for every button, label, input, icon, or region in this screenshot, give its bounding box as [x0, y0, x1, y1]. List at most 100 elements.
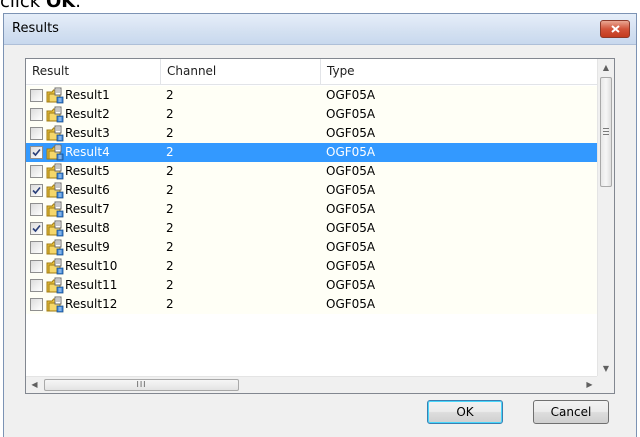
scroll-left-icon[interactable]: ◀ — [26, 377, 43, 393]
result-channel: 2 — [166, 183, 174, 197]
list-item[interactable]: Result6 2 OGF05A — [26, 181, 598, 200]
result-folder-icon — [46, 239, 64, 256]
scroll-down-icon[interactable]: ▼ — [598, 360, 614, 377]
window-title: Results — [12, 21, 59, 36]
ok-button[interactable]: OK — [427, 400, 503, 424]
list-item[interactable]: Result7 2 OGF05A — [26, 200, 598, 219]
result-folder-icon — [46, 163, 64, 180]
row-checkbox[interactable] — [30, 127, 43, 140]
checkmark-icon — [32, 148, 41, 157]
results-list[interactable]: Result Channel Type Result1 2 OGF05A Result… — [25, 58, 615, 394]
result-type: OGF05A — [326, 164, 376, 178]
row-checkbox[interactable] — [30, 241, 43, 254]
row-checkbox[interactable] — [30, 260, 43, 273]
result-name: Result11 — [65, 278, 118, 292]
result-folder-icon — [46, 144, 64, 161]
row-checkbox[interactable] — [30, 279, 43, 292]
title-bar[interactable]: Results — [4, 14, 636, 45]
list-header: Result Channel Type — [26, 59, 598, 85]
result-name: Result12 — [65, 297, 118, 311]
result-channel: 2 — [166, 126, 174, 140]
result-channel: 2 — [166, 107, 174, 121]
row-checkbox[interactable] — [30, 203, 43, 216]
result-type: OGF05A — [326, 278, 376, 292]
scroll-up-icon[interactable]: ▲ — [598, 59, 614, 76]
checkmark-icon — [32, 186, 41, 195]
result-folder-icon — [46, 106, 64, 123]
result-type: OGF05A — [326, 240, 376, 254]
result-channel: 2 — [166, 164, 174, 178]
row-checkbox[interactable] — [30, 298, 43, 311]
list-item[interactable]: Result10 2 OGF05A — [26, 257, 598, 276]
result-name: Result6 — [65, 183, 110, 197]
result-channel: 2 — [166, 278, 174, 292]
vertical-scroll-thumb[interactable] — [600, 77, 612, 187]
instruction-bold: OK — [45, 0, 76, 12]
result-channel: 2 — [166, 145, 174, 159]
result-folder-icon — [46, 201, 64, 218]
column-header-result[interactable]: Result — [26, 59, 161, 84]
vertical-scrollbar[interactable]: ▲ ▼ — [597, 59, 614, 377]
result-type: OGF05A — [326, 259, 376, 273]
result-folder-icon — [46, 87, 64, 104]
result-channel: 2 — [166, 221, 174, 235]
result-folder-icon — [46, 125, 64, 142]
close-button[interactable] — [600, 20, 630, 38]
list-item[interactable]: Result5 2 OGF05A — [26, 162, 598, 181]
results-dialog: Results Result Channel Type Result1 2 OGF0… — [3, 13, 637, 437]
result-name: Result9 — [65, 240, 110, 254]
instruction-suffix: . — [75, 0, 81, 12]
result-name: Result1 — [65, 88, 110, 102]
list-item[interactable]: Result1 2 OGF05A — [26, 86, 598, 105]
result-channel: 2 — [166, 259, 174, 273]
result-name: Result2 — [65, 107, 110, 121]
row-checkbox[interactable] — [30, 165, 43, 178]
row-checkbox[interactable] — [30, 222, 43, 235]
grip-icon — [603, 128, 609, 137]
row-checkbox[interactable] — [30, 146, 43, 159]
result-type: OGF05A — [326, 221, 376, 235]
result-name: Result3 — [65, 126, 110, 140]
result-channel: 2 — [166, 88, 174, 102]
result-name: Result5 — [65, 164, 110, 178]
result-channel: 2 — [166, 240, 174, 254]
cancel-button[interactable]: Cancel — [533, 400, 609, 424]
result-type: OGF05A — [326, 297, 376, 311]
result-type: OGF05A — [326, 202, 376, 216]
instruction-text: click OK. — [0, 0, 640, 13]
result-name: Result7 — [65, 202, 110, 216]
result-folder-icon — [46, 220, 64, 237]
column-header-type[interactable]: Type — [321, 59, 598, 84]
horizontal-scroll-thumb[interactable]: III — [44, 379, 239, 391]
list-item[interactable]: Result3 2 OGF05A — [26, 124, 598, 143]
result-name: Result4 — [65, 145, 110, 159]
row-checkbox[interactable] — [30, 89, 43, 102]
list-item[interactable]: Result2 2 OGF05A — [26, 105, 598, 124]
result-folder-icon — [46, 296, 64, 313]
column-header-channel[interactable]: Channel — [161, 59, 321, 84]
result-folder-icon — [46, 277, 64, 294]
checkmark-icon — [32, 224, 41, 233]
horizontal-scrollbar[interactable]: ◀ III ▶ — [26, 376, 598, 393]
result-folder-icon — [46, 258, 64, 275]
result-type: OGF05A — [326, 126, 376, 140]
list-item[interactable]: Result8 2 OGF05A — [26, 219, 598, 238]
list-item[interactable]: Result9 2 OGF05A — [26, 238, 598, 257]
result-name: Result10 — [65, 259, 118, 273]
result-type: OGF05A — [326, 145, 376, 159]
row-checkbox[interactable] — [30, 108, 43, 121]
result-folder-icon — [46, 182, 64, 199]
scroll-right-icon[interactable]: ▶ — [581, 377, 598, 393]
result-channel: 2 — [166, 202, 174, 216]
result-type: OGF05A — [326, 107, 376, 121]
result-type: OGF05A — [326, 88, 376, 102]
scroll-corner — [597, 376, 614, 393]
list-item[interactable]: Result4 2 OGF05A — [26, 143, 598, 162]
row-checkbox[interactable] — [30, 184, 43, 197]
list-item[interactable]: Result12 2 OGF05A — [26, 295, 598, 314]
result-type: OGF05A — [326, 183, 376, 197]
instruction-prefix: click — [0, 0, 46, 12]
result-name: Result8 — [65, 221, 110, 235]
result-channel: 2 — [166, 297, 174, 311]
list-item[interactable]: Result11 2 OGF05A — [26, 276, 598, 295]
